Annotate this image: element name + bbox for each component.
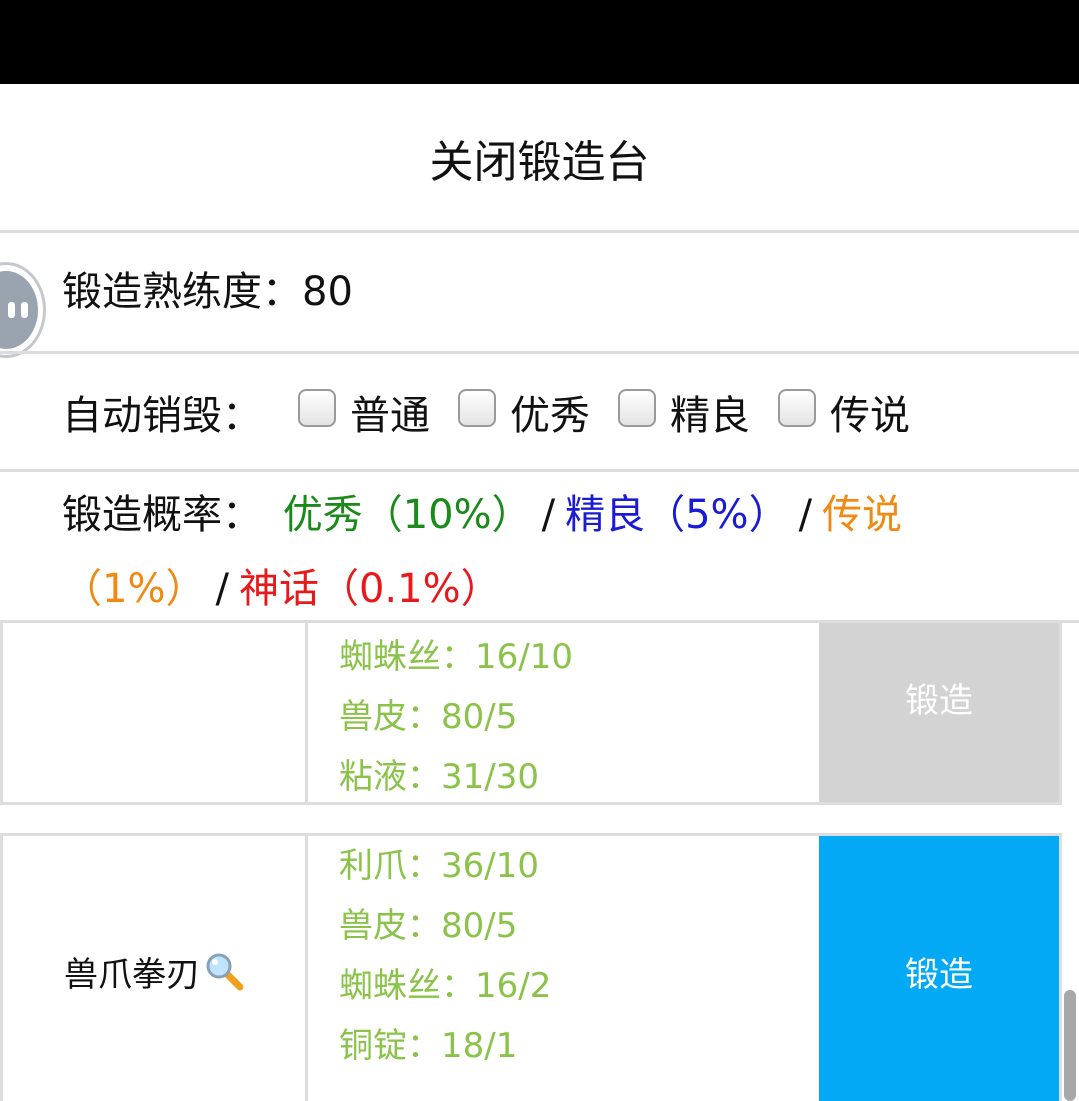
- divider: [0, 351, 1079, 354]
- material-item: 利爪：36/10: [339, 846, 539, 886]
- material-item: 粘液：31/30: [339, 757, 539, 797]
- mastery-value: 80: [302, 269, 353, 315]
- scrollbar[interactable]: [1064, 990, 1076, 1101]
- option-label: 优秀: [510, 393, 590, 439]
- recipe-name-cell: 兽爪拳刃: [3, 836, 308, 1101]
- recipe-name: [3, 623, 308, 802]
- forge-button-disabled[interactable]: 锻造: [819, 623, 1059, 802]
- material-item: 兽皮：80/5: [339, 697, 518, 737]
- checkbox-excellent[interactable]: [458, 389, 496, 427]
- material-item: 兽皮：80/5: [339, 906, 518, 946]
- option-label: 精良: [670, 393, 750, 439]
- recipe-list[interactable]: 蜘蛛丝：16/10 兽皮：80/5 粘液：31/30 锻造 兽爪拳刃 利爪：36…: [0, 623, 1079, 1101]
- material-item: 铜锭：18/1: [339, 1026, 518, 1066]
- recipe-name: 兽爪拳刃: [64, 954, 200, 995]
- rates-label: 锻造概率：: [62, 492, 262, 538]
- auto-destroy-option-common[interactable]: 普通: [298, 383, 430, 441]
- auto-destroy-option-fine[interactable]: 精良: [618, 383, 750, 441]
- rate-excellent: 优秀（10%）: [282, 492, 532, 538]
- forge-rates: 锻造概率： 优秀（10%） / 精良（5%） / 传说（1%） / 神话（0.1%）: [62, 478, 1062, 626]
- checkbox-common[interactable]: [298, 389, 336, 427]
- auto-destroy-row: 自动销毁： 普通 优秀 精良 传说: [62, 382, 938, 442]
- rate-fine: 精良（5%）: [565, 492, 789, 538]
- recipe-row: 蜘蛛丝：16/10 兽皮：80/5 粘液：31/30 锻造: [0, 623, 1062, 805]
- recipe-row: 兽爪拳刃 利爪：36/10 兽皮：80/5 蜘蛛丝：16/2 铜锭：18/1 锻…: [0, 833, 1062, 1101]
- recipe-materials: 利爪：36/10 兽皮：80/5 蜘蛛丝：16/2 铜锭：18/1: [339, 836, 551, 1076]
- material-item: 蜘蛛丝：16/2: [339, 966, 552, 1006]
- auto-destroy-option-legendary[interactable]: 传说: [778, 383, 910, 441]
- assistive-touch-icon[interactable]: [0, 262, 46, 358]
- auto-destroy-label: 自动销毁：: [62, 393, 262, 439]
- checkbox-legendary[interactable]: [778, 389, 816, 427]
- forge-button[interactable]: 锻造: [819, 836, 1059, 1101]
- rate-separator: /: [541, 492, 556, 538]
- auto-destroy-option-excellent[interactable]: 优秀: [458, 383, 590, 441]
- rate-separator: /: [798, 492, 813, 538]
- option-label: 传说: [830, 393, 910, 439]
- close-forge-button[interactable]: 关闭锻造台: [0, 84, 1079, 232]
- mastery-label: 锻造熟练度：: [62, 269, 302, 315]
- rate-separator: /: [215, 566, 229, 612]
- checkbox-fine[interactable]: [618, 389, 656, 427]
- material-item: 蜘蛛丝：16/10: [339, 637, 573, 677]
- status-bar: [0, 0, 1079, 84]
- option-label: 普通: [350, 393, 430, 439]
- divider: [0, 230, 1079, 233]
- recipe-materials: 蜘蛛丝：16/10 兽皮：80/5 粘液：31/30: [339, 627, 573, 807]
- magnifier-icon[interactable]: [204, 951, 244, 991]
- forge-mastery: 锻造熟练度：80: [62, 264, 353, 320]
- rate-mythic: 神话（0.1%）: [238, 566, 501, 612]
- divider: [0, 469, 1079, 472]
